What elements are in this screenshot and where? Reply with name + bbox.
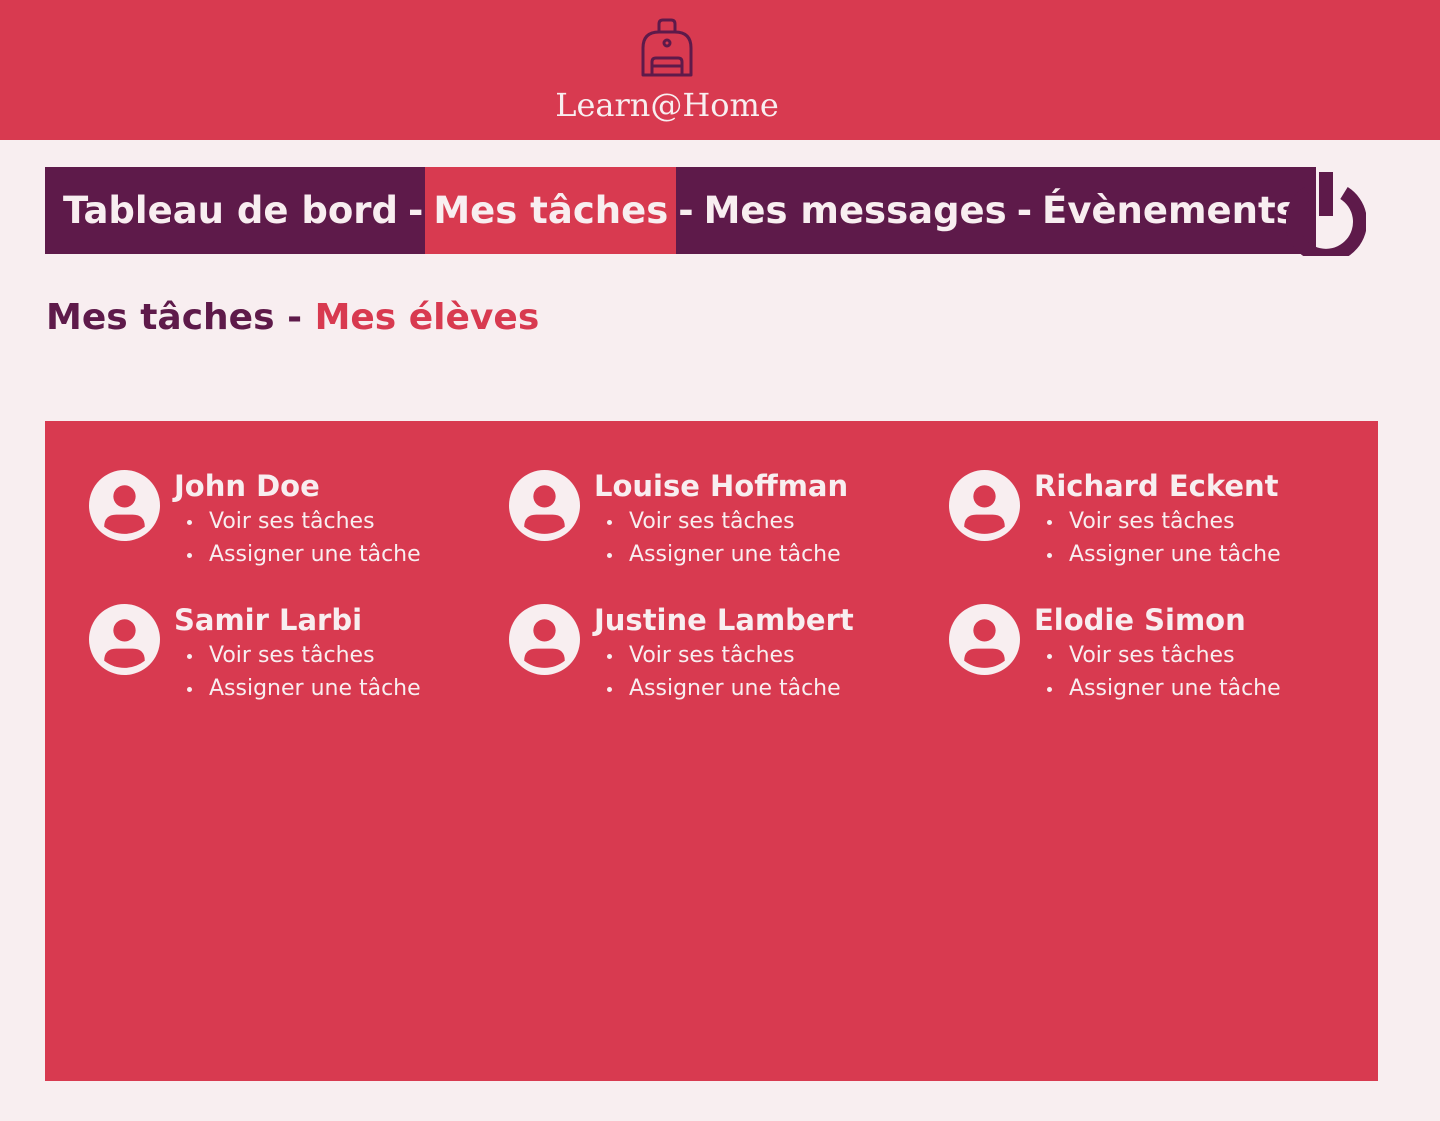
sub-nav: Mes tâches - Mes élèves <box>46 294 539 342</box>
nav-item-messages[interactable]: Mes messages <box>696 167 1015 254</box>
bullet <box>187 520 192 525</box>
nav-item-tasks[interactable]: Mes tâches <box>425 167 677 254</box>
bullet <box>187 654 192 659</box>
assign-task-label: Assigner une tâche <box>629 542 841 567</box>
bullet <box>1047 654 1052 659</box>
student-card: Louise Hoffman Voir ses tâches Assigner … <box>509 467 929 587</box>
student-card: Samir Larbi Voir ses tâches Assigner une… <box>89 601 509 721</box>
bullet <box>607 553 612 558</box>
student-actions: Voir ses tâches Assigner une tâche <box>1034 639 1281 705</box>
assign-task-label: Assigner une tâche <box>1069 542 1281 567</box>
view-tasks-label: Voir ses tâches <box>209 509 375 534</box>
view-tasks-label: Voir ses tâches <box>629 643 795 668</box>
view-tasks-link[interactable]: Voir ses tâches <box>174 639 421 672</box>
student-name[interactable]: John Doe <box>174 467 320 505</box>
student-actions: Voir ses tâches Assigner une tâche <box>174 639 421 705</box>
bullet <box>1047 553 1052 558</box>
assign-task-link[interactable]: Assigner une tâche <box>594 672 841 705</box>
assign-task-label: Assigner une tâche <box>1069 676 1281 701</box>
view-tasks-link[interactable]: Voir ses tâches <box>594 639 841 672</box>
bullet <box>607 520 612 525</box>
student-name[interactable]: Justine Lambert <box>594 601 854 639</box>
student-card: John Doe Voir ses tâches Assigner une tâ… <box>89 467 509 587</box>
user-avatar-icon <box>949 604 1020 675</box>
user-avatar-icon <box>89 604 160 675</box>
view-tasks-label: Voir ses tâches <box>1069 509 1235 534</box>
main-nav: Tableau de bord - Mes tâches - Mes messa… <box>45 167 1316 254</box>
student-actions: Voir ses tâches Assigner une tâche <box>1034 505 1281 571</box>
assign-task-link[interactable]: Assigner une tâche <box>594 538 841 571</box>
assign-task-link[interactable]: Assigner une tâche <box>174 538 421 571</box>
student-card: Richard Eckent Voir ses tâches Assigner … <box>949 467 1369 587</box>
student-actions: Voir ses tâches Assigner une tâche <box>594 639 841 705</box>
user-avatar-icon <box>509 604 580 675</box>
user-avatar-icon <box>949 470 1020 541</box>
subnav-item-tasks[interactable]: Mes tâches <box>46 297 275 338</box>
nav-separator: - <box>678 189 694 232</box>
user-avatar-icon <box>89 470 160 541</box>
view-tasks-label: Voir ses tâches <box>1069 643 1235 668</box>
student-name[interactable]: Samir Larbi <box>174 601 362 639</box>
subnav-separator: - <box>287 297 303 338</box>
bullet <box>187 553 192 558</box>
student-actions: Voir ses tâches Assigner une tâche <box>174 505 421 571</box>
view-tasks-link[interactable]: Voir ses tâches <box>594 505 841 538</box>
assign-task-link[interactable]: Assigner une tâche <box>1034 672 1281 705</box>
power-icon[interactable] <box>1286 170 1366 256</box>
nav-item-dashboard[interactable]: Tableau de bord <box>45 167 406 254</box>
subnav-item-students[interactable]: Mes élèves <box>315 297 540 338</box>
student-name[interactable]: Louise Hoffman <box>594 467 848 505</box>
view-tasks-link[interactable]: Voir ses tâches <box>1034 505 1281 538</box>
assign-task-label: Assigner une tâche <box>209 542 421 567</box>
bullet <box>1047 687 1052 692</box>
assign-task-label: Assigner une tâche <box>629 676 841 701</box>
students-panel: John Doe Voir ses tâches Assigner une tâ… <box>45 421 1378 1081</box>
student-actions: Voir ses tâches Assigner une tâche <box>594 505 841 571</box>
bullet <box>187 687 192 692</box>
student-name[interactable]: Elodie Simon <box>1034 601 1246 639</box>
app-header: Learn@Home <box>0 0 1440 140</box>
user-avatar-icon <box>509 470 580 541</box>
student-card: Justine Lambert Voir ses tâches Assigner… <box>509 601 929 721</box>
nav-item-events[interactable]: Évènements <box>1034 167 1316 254</box>
brand-name: Learn@Home <box>555 86 779 124</box>
view-tasks-link[interactable]: Voir ses tâches <box>174 505 421 538</box>
backpack-icon <box>641 18 693 77</box>
student-card: Elodie Simon Voir ses tâches Assigner un… <box>949 601 1369 721</box>
view-tasks-link[interactable]: Voir ses tâches <box>1034 639 1281 672</box>
view-tasks-label: Voir ses tâches <box>209 643 375 668</box>
bullet <box>607 687 612 692</box>
bullet <box>607 654 612 659</box>
assign-task-label: Assigner une tâche <box>209 676 421 701</box>
assign-task-link[interactable]: Assigner une tâche <box>1034 538 1281 571</box>
bullet <box>1047 520 1052 525</box>
assign-task-link[interactable]: Assigner une tâche <box>174 672 421 705</box>
view-tasks-label: Voir ses tâches <box>629 509 795 534</box>
nav-separator: - <box>1016 189 1033 232</box>
nav-separator: - <box>408 189 424 232</box>
student-name[interactable]: Richard Eckent <box>1034 467 1279 505</box>
